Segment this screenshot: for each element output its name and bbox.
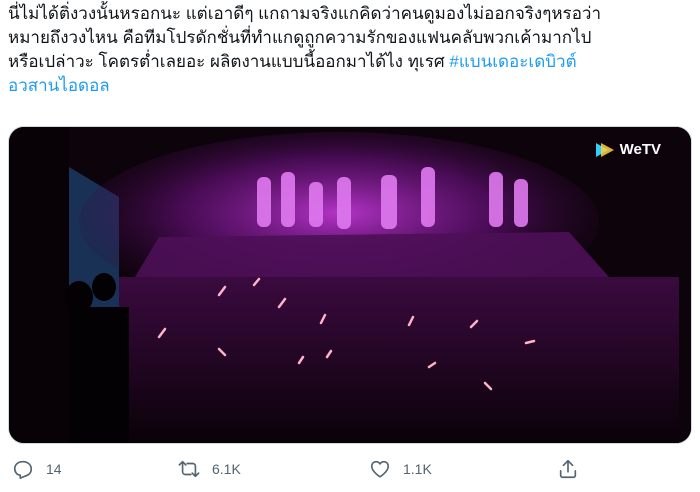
like-icon [370,460,390,478]
video-frame [9,127,691,443]
wetv-logo-icon [595,142,614,157]
reply-count: 14 [46,461,62,477]
reply-icon [13,460,33,479]
share-button[interactable] [557,458,579,480]
like-count: 1.1K [403,461,432,477]
wetv-label: WeTV [619,141,661,158]
tweet-actions: 14 6.1K 1.1K [0,452,700,492]
tweet-text-line3: หรือเปล่าวะ โคตรต่ำเลยอะ ผลิตงานแบบนี้ออ… [8,52,450,71]
tweet-video[interactable]: WeTV [8,126,692,444]
like-button[interactable]: 1.1K [369,458,432,480]
wetv-watermark: WeTV [595,141,661,158]
share-icon [559,459,577,479]
tweet-text-line1: นี่ไม่ได้ติ่งวงนั้นหรอกนะ แต่เอาดีๆ แกถา… [8,4,601,23]
hashtag-link-continued[interactable]: อวสานไอดอล [8,76,110,95]
hashtag-link[interactable]: #แบนเดอะเดบิวต์ [449,52,576,71]
tweet-text-line2: หมายถึงวงไหน คือทีมโปรดักชั่นที่ทำแกดูถู… [8,28,592,47]
retweet-button[interactable]: 6.1K [178,458,241,480]
retweet-icon [178,460,200,478]
reply-button[interactable]: 14 [12,458,62,480]
audience-area [119,277,679,443]
tweet-text: นี่ไม่ได้ติ่งวงนั้นหรอกนะ แต่เอาดีๆ แกถา… [8,2,694,98]
retweet-count: 6.1K [212,461,241,477]
